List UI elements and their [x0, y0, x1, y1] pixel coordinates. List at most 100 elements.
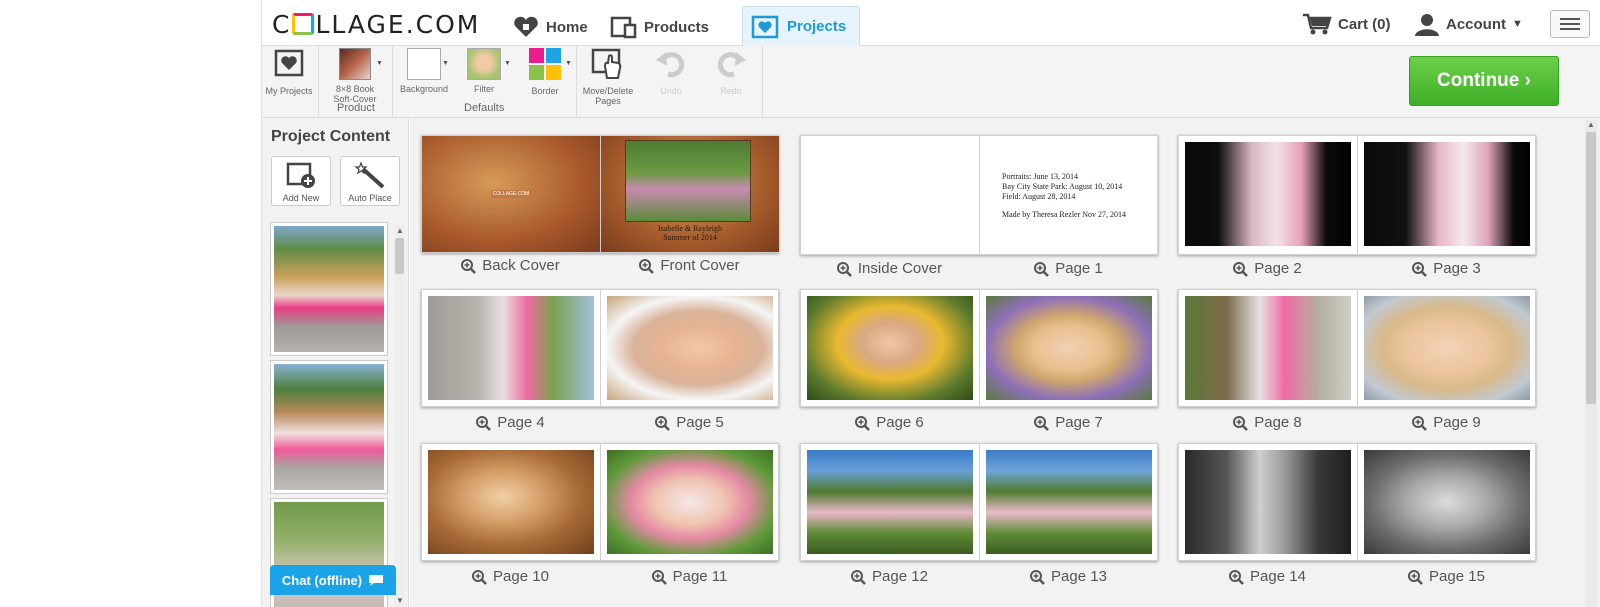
back-cover-page[interactable]: COLLAGE.COM: [422, 136, 600, 252]
nav-home-label: Home: [546, 18, 588, 36]
account-menu[interactable]: Account ▼: [1414, 12, 1523, 36]
background-label: Background: [399, 84, 449, 94]
page-label[interactable]: Page 15: [1357, 568, 1535, 585]
thumbnail-scrollbar[interactable]: ▲ ▼: [394, 226, 405, 606]
zoom-in-icon: [836, 261, 852, 277]
page-label[interactable]: Page 11: [600, 568, 778, 585]
user-icon: [1415, 14, 1439, 36]
background-selector[interactable]: Background: [397, 48, 451, 94]
photo-thumbnail[interactable]: [270, 360, 388, 494]
page-spread[interactable]: [800, 443, 1158, 561]
hand-pointer-icon: [591, 48, 622, 79]
page-label[interactable]: Page 13: [979, 568, 1157, 585]
heart-home-icon: [514, 16, 538, 37]
border-selector[interactable]: Border: [518, 48, 572, 96]
page-11[interactable]: [601, 444, 779, 560]
add-new-button[interactable]: Add New: [271, 156, 331, 206]
page-10[interactable]: [422, 444, 600, 560]
continue-button[interactable]: Continue ›: [1409, 56, 1559, 106]
page-label[interactable]: Page 8: [1178, 414, 1356, 431]
page-label[interactable]: Inside Cover: [800, 260, 978, 277]
magic-wand-icon: [354, 161, 385, 189]
nav-products[interactable]: Products: [610, 12, 709, 42]
page-15[interactable]: [1358, 444, 1536, 560]
page-label[interactable]: Back Cover: [421, 257, 599, 274]
my-projects-label: My Projects: [265, 86, 313, 96]
page-label[interactable]: Page 12: [800, 568, 978, 585]
page-label[interactable]: Page 6: [800, 414, 978, 431]
zoom-in-icon: [1030, 569, 1045, 585]
page-label[interactable]: Page 2: [1178, 260, 1356, 277]
page-spread[interactable]: [421, 443, 779, 561]
chat-bubble-icon: [369, 574, 384, 586]
page-label[interactable]: Page 3: [1357, 260, 1535, 277]
page-label[interactable]: Page 10: [421, 568, 599, 585]
page-5[interactable]: [601, 290, 779, 406]
cart-icon: [1303, 13, 1332, 35]
chat-label: Chat (offline): [281, 572, 363, 588]
page-8[interactable]: [1179, 290, 1357, 406]
collage-logo[interactable]: C LLAGE.COM: [272, 10, 480, 39]
front-cover-page[interactable]: Isabelle & Rayleigh Summer of 2014: [601, 136, 779, 252]
redo-label: Redo: [720, 86, 742, 96]
page-spread[interactable]: [800, 289, 1158, 407]
page-spread[interactable]: [1178, 289, 1536, 407]
zoom-in-icon: [1229, 569, 1244, 585]
auto-place-button[interactable]: Auto Place: [340, 156, 400, 206]
page-label[interactable]: Page 14: [1178, 568, 1356, 585]
hamburger-menu-button[interactable]: [1550, 10, 1590, 38]
page-grid-scrollbar[interactable]: ▲: [1585, 120, 1597, 607]
cart-link[interactable]: Cart (0): [1302, 12, 1391, 36]
page-1[interactable]: Portraits: June 13, 2014 Bay City State …: [980, 136, 1158, 252]
page-label[interactable]: Front Cover: [600, 257, 778, 274]
photo: [274, 226, 384, 352]
redo-button[interactable]: Redo: [706, 48, 756, 96]
inside-cover-spread[interactable]: Portraits: June 13, 2014 Bay City State …: [800, 135, 1158, 255]
page-2[interactable]: [1179, 136, 1357, 252]
page-label[interactable]: Page 5: [600, 414, 778, 431]
nav-home[interactable]: Home: [512, 12, 588, 42]
product-selector[interactable]: 8×8 Book Soft-Cover: [332, 48, 378, 104]
photo-thumbnail[interactable]: [270, 222, 388, 356]
page-14[interactable]: [1179, 444, 1357, 560]
page-label[interactable]: Page 9: [1357, 414, 1535, 431]
zoom-in-icon: [476, 415, 492, 431]
page-label[interactable]: Page 4: [421, 414, 599, 431]
app-window: C LLAGE.COM Home Products Projects Cart (…: [261, 0, 1600, 607]
page-spread[interactable]: [1178, 135, 1536, 255]
front-cover-background: Isabelle & Rayleigh Summer of 2014: [601, 136, 779, 252]
move-delete-pages-button[interactable]: Move/Delete Pages: [580, 48, 636, 106]
top-navigation: C LLAGE.COM Home Products Projects Cart (…: [262, 0, 1600, 46]
my-projects-button[interactable]: My Projects: [264, 48, 314, 96]
filter-selector[interactable]: Filter: [457, 48, 511, 94]
zoom-in-icon: [1233, 415, 1249, 431]
page-label[interactable]: Page 7: [979, 414, 1157, 431]
filter-thumbnail: [467, 48, 501, 80]
account-label: Account: [1446, 15, 1506, 33]
undo-button[interactable]: Undo: [646, 48, 696, 96]
cover-spread[interactable]: COLLAGE.COM Isabelle & Rayleigh Summer o…: [421, 135, 779, 253]
page-6[interactable]: [801, 290, 979, 406]
page-3[interactable]: [1358, 136, 1536, 252]
photo: [1185, 296, 1351, 400]
page-spread[interactable]: [421, 289, 779, 407]
inside-cover-page[interactable]: [801, 136, 979, 252]
undo-label: Undo: [660, 86, 682, 96]
page-spread[interactable]: [1178, 443, 1536, 561]
zoom-in-icon: [1412, 261, 1428, 277]
page-12[interactable]: [801, 444, 979, 560]
page-4[interactable]: [422, 290, 600, 406]
chat-button[interactable]: Chat (offline): [270, 565, 396, 595]
nav-projects[interactable]: Projects: [742, 6, 860, 46]
photo: [1364, 296, 1530, 400]
page-7[interactable]: [980, 290, 1158, 406]
editor-toolbar: My Projects 8×8 Book Soft-Cover ▼ Produc…: [262, 46, 1600, 118]
chevron-down-icon: ▼: [504, 60, 511, 67]
page-9[interactable]: [1358, 290, 1536, 406]
border-label: Border: [531, 86, 559, 96]
project-content-title: Project Content: [271, 128, 391, 145]
page-13[interactable]: [980, 444, 1158, 560]
zoom-in-icon: [655, 415, 671, 431]
page-label[interactable]: Page 1: [979, 260, 1157, 277]
chevron-down-icon: ▼: [565, 60, 572, 67]
